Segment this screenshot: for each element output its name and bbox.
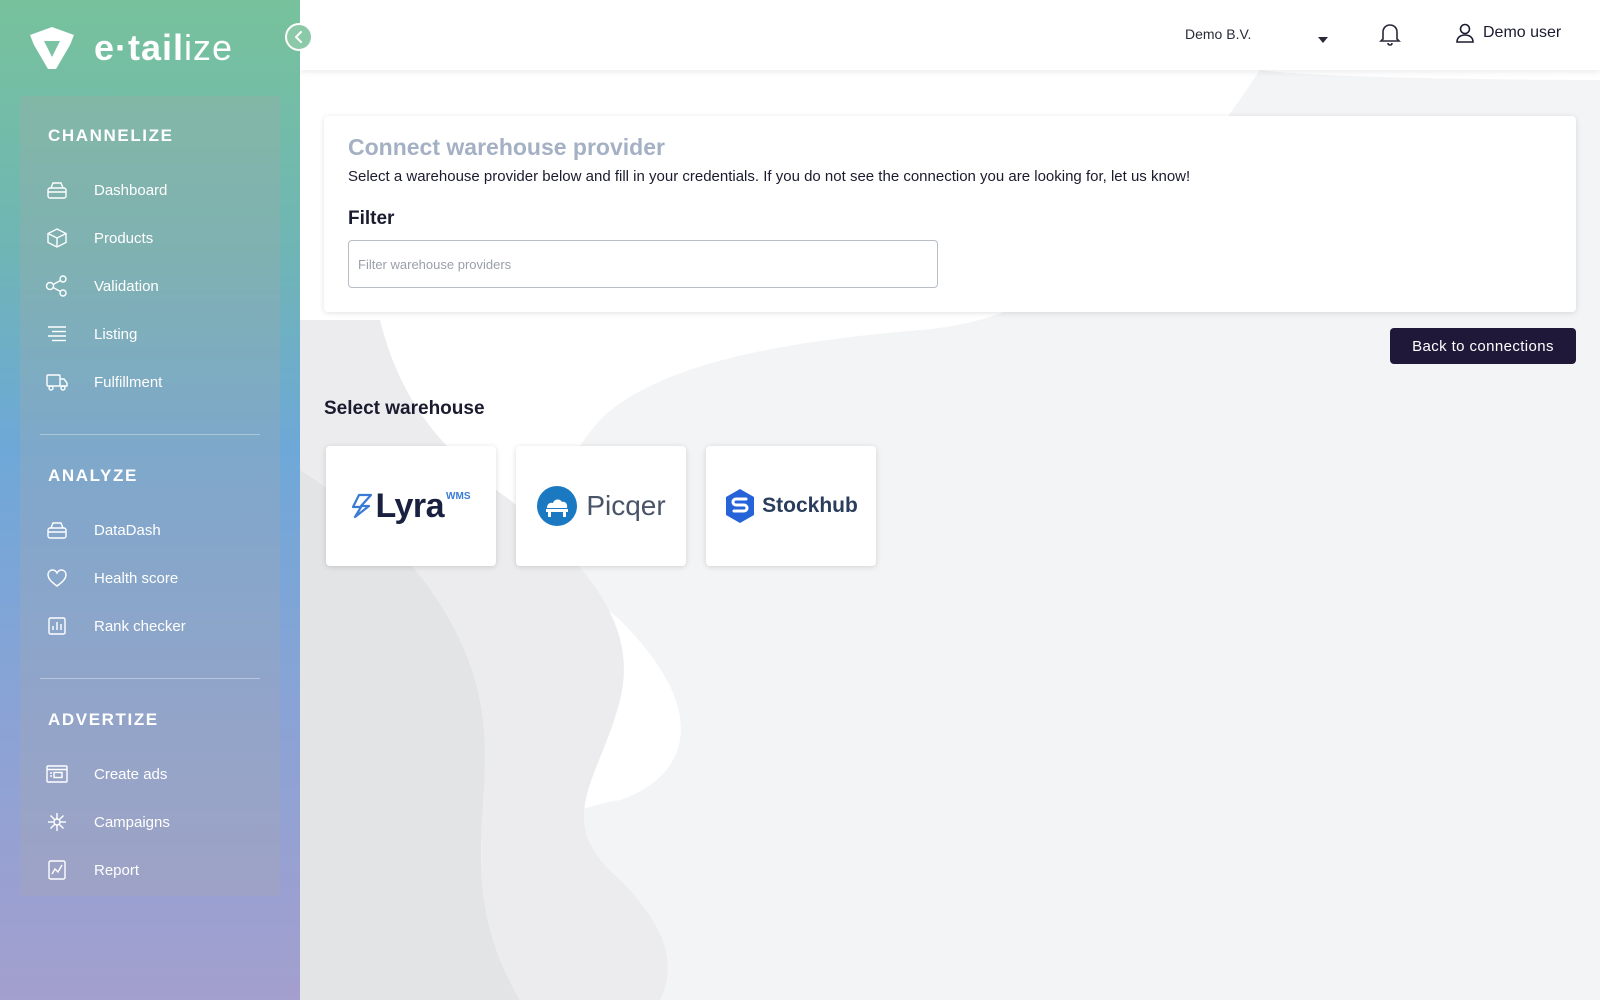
sidebar-item-label: Listing xyxy=(94,325,138,343)
filter-input[interactable] xyxy=(348,240,938,288)
sidebar-item-create-ads[interactable]: Create ads xyxy=(44,758,264,790)
sidebar: e·tailize CHANNELIZE Dashboard Products … xyxy=(0,0,300,1000)
sidebar-item-datadash[interactable]: DataDash xyxy=(44,514,264,546)
chevron-left-icon xyxy=(295,31,302,43)
picqer-cloud-icon xyxy=(537,486,578,526)
section-title-analyze: ANALYZE xyxy=(48,466,138,485)
user-icon xyxy=(1456,23,1474,43)
collapse-sidebar-button[interactable] xyxy=(285,23,313,51)
filter-label: Filter xyxy=(348,208,395,229)
stockhub-logo: Stockhub xyxy=(724,488,858,524)
sidebar-item-rank-checker[interactable]: Rank checker xyxy=(44,610,264,642)
user-menu[interactable]: Demo user xyxy=(1455,22,1561,44)
box-icon xyxy=(44,225,70,251)
sidebar-item-health-score[interactable]: Health score xyxy=(44,562,264,594)
bar-chart-icon xyxy=(44,613,70,639)
user-name: Demo user xyxy=(1483,24,1562,41)
sidebar-item-label: Campaigns xyxy=(94,813,170,831)
sidebar-item-label: DataDash xyxy=(94,521,161,539)
section-title-channelize: CHANNELIZE xyxy=(48,126,174,145)
lyra-logo: Lyra WMS xyxy=(351,487,471,526)
section-title-advertize: ADVERTIZE xyxy=(48,710,159,729)
lyra-bolt-icon xyxy=(352,493,373,519)
heart-icon xyxy=(44,565,70,591)
sidebar-item-label: Rank checker xyxy=(94,617,186,635)
sidebar-item-label: Create ads xyxy=(94,765,168,783)
ad-icon xyxy=(44,761,70,787)
section-divider xyxy=(40,434,260,435)
caret-down-icon[interactable] xyxy=(1317,31,1329,49)
report-icon xyxy=(44,857,70,883)
sidebar-item-listing[interactable]: Listing xyxy=(44,318,264,350)
connect-warehouse-card: Connect warehouse provider Select a ware… xyxy=(324,116,1576,312)
main-content: Demo B.V. Demo user Connect warehouse pr… xyxy=(300,0,1600,1000)
share-nodes-icon xyxy=(44,273,70,299)
stockhub-shield-icon xyxy=(726,489,755,523)
sidebar-item-label: Dashboard xyxy=(94,181,168,199)
dashboard-icon xyxy=(44,177,70,203)
select-warehouse-title: Select warehouse xyxy=(324,398,485,419)
picqer-logo: Picqer xyxy=(536,485,666,527)
brand-logo[interactable]: e·tailize xyxy=(26,24,233,72)
network-icon xyxy=(44,809,70,835)
truck-icon xyxy=(44,369,70,395)
sidebar-item-report[interactable]: Report xyxy=(44,854,264,886)
sidebar-item-label: Report xyxy=(94,861,140,879)
provider-tile-lyra[interactable]: Lyra WMS xyxy=(326,446,496,566)
sidebar-item-dashboard[interactable]: Dashboard xyxy=(44,174,264,206)
etailize-logo-icon xyxy=(30,27,74,69)
brand-name: e·tailize xyxy=(94,27,234,68)
sidebar-item-label: Health score xyxy=(94,569,179,587)
sidebar-item-label: Products xyxy=(94,229,154,247)
sidebar-item-campaigns[interactable]: Campaigns xyxy=(44,806,264,838)
back-to-connections-button[interactable]: Back to connections xyxy=(1390,328,1576,364)
company-selector-label[interactable]: Demo B.V. xyxy=(1185,26,1251,42)
sidebar-item-label: Fulfillment xyxy=(94,373,163,391)
provider-tile-stockhub[interactable]: Stockhub xyxy=(706,446,876,566)
section-divider xyxy=(40,678,260,679)
database-icon xyxy=(44,517,70,543)
page-title: Connect warehouse provider xyxy=(348,134,665,160)
page-description: Select a warehouse provider below and fi… xyxy=(348,168,1191,185)
sidebar-item-validation[interactable]: Validation xyxy=(44,270,264,302)
list-icon xyxy=(44,321,70,347)
top-bar: Demo B.V. Demo user xyxy=(300,0,1600,70)
provider-tile-picqer[interactable]: Picqer xyxy=(516,446,686,566)
sidebar-item-fulfillment[interactable]: Fulfillment xyxy=(44,366,264,398)
bell-icon[interactable] xyxy=(1378,21,1402,52)
nav-panel: CHANNELIZE Dashboard Products Validation… xyxy=(20,96,280,896)
sidebar-item-products[interactable]: Products xyxy=(44,222,264,254)
sidebar-item-label: Validation xyxy=(94,277,159,295)
